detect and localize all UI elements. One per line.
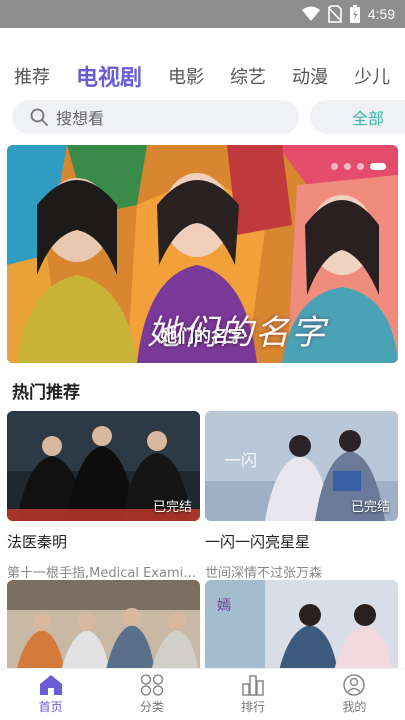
card-title: 法医秦明 <box>7 533 68 551</box>
card-thumbnail[interactable]: 一闪 已完结 <box>205 411 398 521</box>
pagination-dot[interactable] <box>344 163 351 170</box>
user-icon <box>343 674 366 696</box>
home-icon <box>39 675 62 695</box>
nav-label: 分类 <box>139 700 164 714</box>
nav-label: 首页 <box>38 700 63 714</box>
all-categories-button[interactable]: 全部 <box>310 100 405 134</box>
nav-profile[interactable]: 我的 <box>304 669 405 720</box>
tab-tv-series[interactable]: 电视剧 <box>76 60 142 92</box>
status-bar: 4:59 <box>0 0 405 28</box>
tab-recommend[interactable]: 推荐 <box>14 63 50 89</box>
search-input[interactable]: 搜想看 <box>12 100 299 134</box>
tab-anime[interactable]: 动漫 <box>292 63 328 89</box>
chart-icon <box>242 675 264 696</box>
tab-variety[interactable]: 综艺 <box>230 63 266 89</box>
nav-ranking[interactable]: 排行 <box>203 669 304 720</box>
status-badge: 已完结 <box>350 500 390 515</box>
svg-text:嫣: 嫣 <box>217 598 231 614</box>
search-icon <box>30 108 48 126</box>
bottom-navigation: 首页 分类 排行 我的 <box>0 668 405 720</box>
status-badge: 已完结 <box>152 500 192 515</box>
nav-home[interactable]: 首页 <box>0 669 101 720</box>
tab-kids[interactable]: 少儿 <box>354 63 390 89</box>
search-placeholder: 搜想看 <box>56 109 105 128</box>
card-subtitle: 第十一根手指,Medical Exami… <box>7 566 197 581</box>
tab-movies[interactable]: 电影 <box>168 63 204 89</box>
card-title: 一闪一闪亮星星 <box>205 533 311 551</box>
video-card[interactable]: 已完结 法医秦明 第十一根手指,Medical Exami… <box>7 411 200 581</box>
video-card[interactable]: 一闪 已完结 一闪一闪亮星星 世间深情不过张万森 <box>205 411 398 581</box>
hero-banner[interactable]: 她们的名字 她们的名字 <box>7 145 398 363</box>
pagination-dot[interactable] <box>331 163 338 170</box>
svg-text:一闪: 一闪 <box>225 451 257 470</box>
banner-pagination <box>331 163 386 170</box>
status-time: 4:59 <box>367 6 395 22</box>
battery-icon <box>349 5 360 23</box>
grid-icon <box>140 674 164 696</box>
card-thumbnail[interactable]: 已完结 <box>7 411 200 521</box>
pagination-dot-active[interactable] <box>370 163 386 170</box>
banner-caption: 她们的名字 <box>160 327 245 347</box>
pagination-dot[interactable] <box>357 163 364 170</box>
app-root: 4:59 推荐 电视剧 电影 综艺 动漫 少儿 搜想看 全部 她们的名字 她们的… <box>0 0 405 720</box>
nav-label: 我的 <box>342 700 367 714</box>
category-tabs: 推荐 电视剧 电影 综艺 动漫 少儿 <box>0 58 405 94</box>
nav-label: 排行 <box>241 700 266 714</box>
nav-category[interactable]: 分类 <box>101 669 202 720</box>
no-sim-icon <box>327 5 342 23</box>
search-row: 搜想看 全部 <box>12 100 405 134</box>
section-title: 热门推荐 <box>12 383 80 403</box>
wifi-icon <box>301 6 320 21</box>
card-subtitle: 世间深情不过张万森 <box>205 566 323 581</box>
